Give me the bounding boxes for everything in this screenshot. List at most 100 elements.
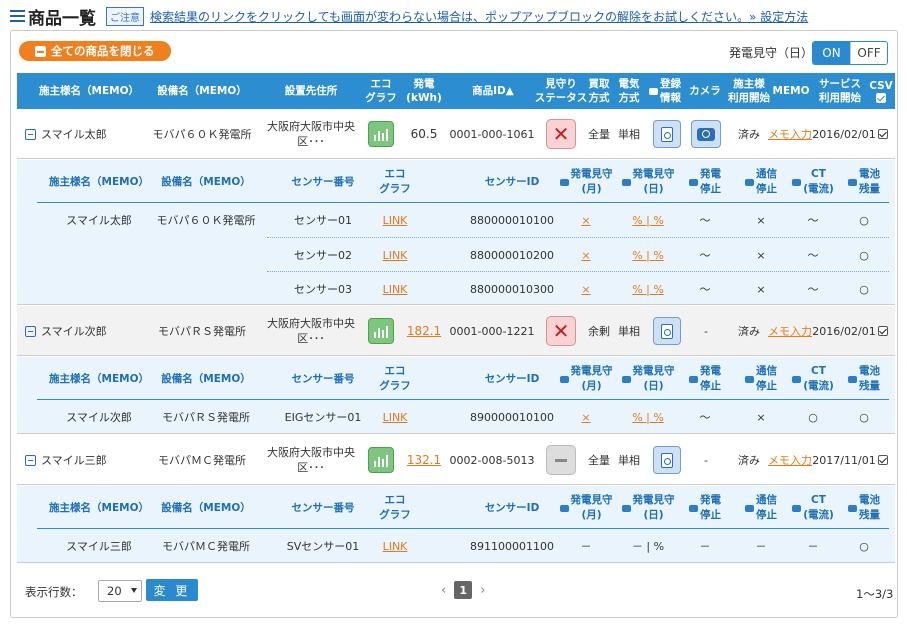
report-button[interactable]: [649, 109, 685, 159]
watch-month-link[interactable]: ×: [557, 272, 615, 306]
ct: ○: [808, 410, 818, 424]
sensor-panel: 施主様名（MEMO） 設備名（MEMO） センサー番号 エコ グラフ センサーI…: [17, 486, 895, 563]
comment-icon: [848, 504, 857, 512]
notice-link[interactable]: 検索結果のリンクをクリックしても画面が変わらない場合は、ポップアップブロックの解…: [150, 8, 808, 25]
sub-col-sensor-id: センサーID: [484, 372, 540, 385]
collapse-icon[interactable]: [25, 128, 36, 140]
watch-day-link[interactable]: % | %: [617, 203, 679, 237]
watch-toggle[interactable]: ON OFF: [812, 41, 888, 65]
eco-link-text: LINK: [382, 213, 408, 227]
camera-icon: [691, 120, 721, 148]
eco-link[interactable]: LINK: [375, 529, 415, 563]
watch-day-link[interactable]: % | %: [617, 238, 679, 272]
product-row: スマイル次郎 モバパＲＳ発電所 大阪府大阪市中央 区･･･ 182.1 0001…: [17, 306, 895, 356]
rows-select[interactable]: 20: [98, 580, 142, 602]
prev-page-button[interactable]: ‹: [441, 583, 446, 598]
owner-use: 済み: [738, 453, 760, 467]
next-page-button[interactable]: ›: [480, 583, 485, 598]
csv-checkbox[interactable]: [875, 306, 891, 356]
col-product-id[interactable]: 商品ID▲: [451, 73, 535, 109]
owner-cell[interactable]: スマイル次郎: [25, 306, 135, 356]
ct: ～: [807, 283, 819, 296]
report-button[interactable]: [649, 435, 685, 485]
csv-checkbox[interactable]: [875, 435, 891, 485]
battery: ○: [859, 539, 869, 553]
checkbox-icon: [878, 129, 888, 139]
comm-stop: ×: [756, 282, 766, 296]
sub-col-eco: エコ グラフ: [379, 494, 411, 521]
watch-month-text: ×: [581, 282, 591, 296]
sensor-id: 890000010100: [470, 410, 554, 424]
change-button[interactable]: 変 更: [146, 579, 198, 601]
generation-link[interactable]: 132.1: [402, 435, 446, 485]
watch-month-link[interactable]: ×: [557, 400, 615, 434]
watch-status[interactable]: [539, 435, 583, 485]
csv-select-all-checkbox[interactable]: [876, 93, 886, 103]
comment-icon: [745, 178, 754, 186]
sub-col-ct: CT (電流): [787, 363, 839, 395]
page-title: 商品一覧: [10, 4, 96, 29]
owner-use: 済み: [738, 324, 760, 338]
watch-month-link[interactable]: ×: [557, 238, 615, 272]
sub-col-comm-stop: 通信 停止: [735, 492, 787, 524]
toggle-off[interactable]: OFF: [850, 42, 887, 64]
current-page[interactable]: 1: [454, 581, 473, 599]
report-button[interactable]: [649, 306, 685, 356]
watch-day-text: % | %: [632, 410, 664, 424]
pagination: ‹ 1 ›: [441, 581, 485, 599]
camera-cell: -: [704, 453, 708, 467]
col-owner-use[interactable]: 施主様 利用開始: [727, 73, 771, 109]
watch-month-link[interactable]: ×: [557, 203, 615, 237]
col-address[interactable]: 設置先住所: [261, 73, 361, 109]
eco-link[interactable]: LINK: [375, 400, 415, 434]
sensor-id: 880000010300: [470, 282, 554, 296]
close-all-button[interactable]: 全ての商品を閉じる: [19, 41, 171, 61]
product-row: スマイル三郎 モバパＭＣ発電所 大阪府大阪市中央 区･･･ 132.1 0002…: [17, 435, 895, 485]
watch-status[interactable]: ✕: [539, 109, 583, 159]
col-service-start[interactable]: サービス 利用開始: [815, 73, 865, 109]
memo-link[interactable]: メモ入力: [767, 109, 813, 159]
watch-day-link[interactable]: % | %: [617, 272, 679, 306]
electric-type: 単相: [618, 127, 640, 141]
collapse-icon[interactable]: [25, 325, 36, 337]
memo-link[interactable]: メモ入力: [767, 306, 813, 356]
generation-link[interactable]: 182.1: [402, 306, 446, 356]
sub-col-battery: 電池 残量: [839, 363, 889, 395]
comm-stop: －: [755, 540, 767, 553]
col-facility[interactable]: 設備名（MEMO）: [147, 73, 257, 109]
col-electric[interactable]: 電気 方式: [615, 73, 643, 109]
owner-cell[interactable]: スマイル太郎: [25, 109, 135, 159]
watch-month: －: [580, 540, 592, 553]
col-watch-status[interactable]: 見守り ステータス: [535, 73, 588, 109]
watch-day-link[interactable]: % | %: [617, 400, 679, 434]
product-row: スマイル太郎 モバパ６０Ｋ発電所 大阪府大阪市中央 区･･･ 60.5 0001…: [17, 109, 895, 159]
col-owner[interactable]: 施主様名（MEMO）: [31, 73, 147, 109]
csv-checkbox[interactable]: [875, 109, 891, 159]
eco-graph-button[interactable]: [363, 109, 399, 159]
watch-day-text: % | %: [632, 282, 664, 296]
eco-link[interactable]: LINK: [375, 238, 415, 272]
eco-link[interactable]: LINK: [375, 272, 415, 306]
sensor-owner: スマイル次郎: [66, 411, 132, 424]
collapse-icon[interactable]: [25, 454, 36, 466]
comment-icon: [559, 178, 569, 186]
eco-graph-button[interactable]: [363, 306, 399, 356]
owner-cell[interactable]: スマイル三郎: [25, 435, 135, 485]
comment-icon: [745, 375, 754, 383]
sensor-facility: モバパＭＣ発電所: [162, 540, 250, 553]
gen-stop: ～: [699, 249, 711, 262]
eco-graph-button[interactable]: [363, 435, 399, 485]
product-id: 0002-008-5013: [449, 453, 535, 467]
comm-stop: ×: [756, 213, 766, 227]
sub-col-gen-stop-label: 発電 停止: [700, 168, 721, 195]
sensor-owner: スマイル太郎: [66, 214, 132, 227]
eco-link[interactable]: LINK: [375, 203, 415, 237]
battery: ○: [859, 248, 869, 262]
toggle-on[interactable]: ON: [813, 42, 850, 64]
camera-button[interactable]: [687, 109, 725, 159]
col-purchase[interactable]: 買取 方式: [585, 73, 613, 109]
watch-status[interactable]: ✕: [539, 306, 583, 356]
memo-link[interactable]: メモ入力: [767, 435, 813, 485]
col-generation[interactable]: 発電 (kWh): [402, 73, 446, 109]
sub-col-ct: CT (電流): [787, 492, 839, 524]
